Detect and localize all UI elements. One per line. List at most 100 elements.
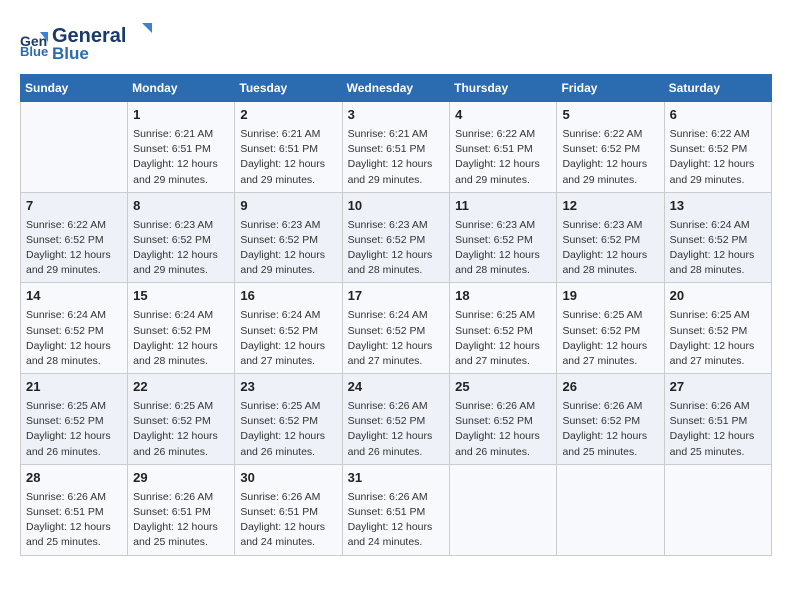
day-cell: 1 Sunrise: 6:21 AM Sunset: 6:51 PM Daylig… (128, 102, 235, 193)
day-number: 29 (133, 469, 229, 488)
week-row-3: 14 Sunrise: 6:24 AM Sunset: 6:52 PM Dayli… (21, 283, 772, 374)
day-number: 10 (348, 197, 445, 216)
day-number: 30 (240, 469, 336, 488)
day-cell: 22Sunrise: 6:25 AM Sunset: 6:52 PM Dayli… (128, 374, 235, 465)
day-number: 27 (670, 378, 766, 397)
day-number: 28 (26, 469, 122, 488)
day-cell: 31 Sunrise: 6:26 AM Sunset: 6:51 PM Dayli… (342, 464, 450, 555)
day-info: Sunrise: 6:26 AM Sunset: 6:52 PM Dayligh… (455, 399, 551, 460)
day-number: 3 (348, 106, 445, 125)
day-info: Sunrise: 6:25 AM Sunset: 6:52 PM Dayligh… (133, 399, 229, 460)
logo-icon: General Blue (20, 28, 48, 56)
header-cell-sunday: Sunday (21, 75, 128, 102)
day-info: Sunrise: 6:23 AM Sunset: 6:52 PM Dayligh… (455, 218, 551, 279)
day-number: 26 (562, 378, 658, 397)
day-cell: 30Sunrise: 6:26 AM Sunset: 6:51 PM Dayli… (235, 464, 342, 555)
day-cell: 11 Sunrise: 6:23 AM Sunset: 6:52 PM Dayli… (450, 192, 557, 283)
day-number: 12 (562, 197, 658, 216)
day-number: 7 (26, 197, 122, 216)
day-cell: 6 Sunrise: 6:22 AM Sunset: 6:52 PM Daylig… (664, 102, 771, 193)
day-info: Sunrise: 6:24 AM Sunset: 6:52 PM Dayligh… (26, 308, 122, 369)
day-cell: 14 Sunrise: 6:24 AM Sunset: 6:52 PM Dayli… (21, 283, 128, 374)
day-info: Sunrise: 6:23 AM Sunset: 6:52 PM Dayligh… (240, 218, 336, 279)
day-info: Sunrise: 6:24 AM Sunset: 6:52 PM Dayligh… (670, 218, 766, 279)
day-info: Sunrise: 6:26 AM Sunset: 6:51 PM Dayligh… (348, 490, 445, 551)
day-number: 13 (670, 197, 766, 216)
day-number: 8 (133, 197, 229, 216)
day-number: 5 (562, 106, 658, 125)
day-info: Sunrise: 6:23 AM Sunset: 6:52 PM Dayligh… (562, 218, 658, 279)
day-number: 19 (562, 287, 658, 306)
day-info: Sunrise: 6:24 AM Sunset: 6:52 PM Dayligh… (348, 308, 445, 369)
day-info: Sunrise: 6:22 AM Sunset: 6:52 PM Dayligh… (670, 127, 766, 188)
day-cell: 15 Sunrise: 6:24 AM Sunset: 6:52 PM Dayli… (128, 283, 235, 374)
day-info: Sunrise: 6:24 AM Sunset: 6:52 PM Dayligh… (133, 308, 229, 369)
day-cell (664, 464, 771, 555)
day-cell (21, 102, 128, 193)
day-cell: 2Sunrise: 6:21 AM Sunset: 6:51 PM Daylig… (235, 102, 342, 193)
day-cell: 4Sunrise: 6:22 AM Sunset: 6:51 PM Daylig… (450, 102, 557, 193)
day-info: Sunrise: 6:24 AM Sunset: 6:52 PM Dayligh… (240, 308, 336, 369)
day-number: 24 (348, 378, 445, 397)
day-cell: 12 Sunrise: 6:23 AM Sunset: 6:52 PM Dayli… (557, 192, 664, 283)
day-cell: 3 Sunrise: 6:21 AM Sunset: 6:51 PM Daylig… (342, 102, 450, 193)
day-number: 18 (455, 287, 551, 306)
week-row-2: 7 Sunrise: 6:22 AM Sunset: 6:52 PM Daylig… (21, 192, 772, 283)
day-info: Sunrise: 6:25 AM Sunset: 6:52 PM Dayligh… (240, 399, 336, 460)
day-info: Sunrise: 6:23 AM Sunset: 6:52 PM Dayligh… (348, 218, 445, 279)
day-number: 17 (348, 287, 445, 306)
day-number: 15 (133, 287, 229, 306)
header-cell-tuesday: Tuesday (235, 75, 342, 102)
day-info: Sunrise: 6:25 AM Sunset: 6:52 PM Dayligh… (455, 308, 551, 369)
day-number: 9 (240, 197, 336, 216)
week-row-5: 28 Sunrise: 6:26 AM Sunset: 6:51 PM Dayli… (21, 464, 772, 555)
day-number: 31 (348, 469, 445, 488)
day-number: 14 (26, 287, 122, 306)
header-cell-friday: Friday (557, 75, 664, 102)
day-info: Sunrise: 6:22 AM Sunset: 6:51 PM Dayligh… (455, 127, 551, 188)
day-info: Sunrise: 6:26 AM Sunset: 6:52 PM Dayligh… (562, 399, 658, 460)
day-cell: 27 Sunrise: 6:26 AM Sunset: 6:51 PM Dayli… (664, 374, 771, 465)
day-cell (450, 464, 557, 555)
logo: General Blue General Blue (20, 20, 152, 64)
day-cell: 17 Sunrise: 6:24 AM Sunset: 6:52 PM Dayli… (342, 283, 450, 374)
day-cell: 9 Sunrise: 6:23 AM Sunset: 6:52 PM Daylig… (235, 192, 342, 283)
day-cell: 20 Sunrise: 6:25 AM Sunset: 6:52 PM Dayli… (664, 283, 771, 374)
day-info: Sunrise: 6:25 AM Sunset: 6:52 PM Dayligh… (670, 308, 766, 369)
day-cell (557, 464, 664, 555)
day-number: 21 (26, 378, 122, 397)
day-number: 1 (133, 106, 229, 125)
day-number: 23 (240, 378, 336, 397)
day-number: 6 (670, 106, 766, 125)
day-cell: 8 Sunrise: 6:23 AM Sunset: 6:52 PM Daylig… (128, 192, 235, 283)
day-info: Sunrise: 6:26 AM Sunset: 6:52 PM Dayligh… (348, 399, 445, 460)
day-cell: 28 Sunrise: 6:26 AM Sunset: 6:51 PM Dayli… (21, 464, 128, 555)
day-info: Sunrise: 6:23 AM Sunset: 6:52 PM Dayligh… (133, 218, 229, 279)
day-cell: 29 Sunrise: 6:26 AM Sunset: 6:51 PM Dayli… (128, 464, 235, 555)
calendar-table: SundayMondayTuesdayWednesdayThursdayFrid… (20, 74, 772, 556)
header-cell-monday: Monday (128, 75, 235, 102)
day-cell: 13 Sunrise: 6:24 AM Sunset: 6:52 PM Dayli… (664, 192, 771, 283)
day-cell: 7 Sunrise: 6:22 AM Sunset: 6:52 PM Daylig… (21, 192, 128, 283)
day-info: Sunrise: 6:21 AM Sunset: 6:51 PM Dayligh… (133, 127, 229, 188)
day-number: 20 (670, 287, 766, 306)
day-number: 11 (455, 197, 551, 216)
day-cell: 10 Sunrise: 6:23 AM Sunset: 6:52 PM Dayli… (342, 192, 450, 283)
day-info: Sunrise: 6:22 AM Sunset: 6:52 PM Dayligh… (562, 127, 658, 188)
day-cell: 21 Sunrise: 6:25 AM Sunset: 6:52 PM Dayli… (21, 374, 128, 465)
day-info: Sunrise: 6:26 AM Sunset: 6:51 PM Dayligh… (133, 490, 229, 551)
day-number: 25 (455, 378, 551, 397)
day-cell: 25 Sunrise: 6:26 AM Sunset: 6:52 PM Dayli… (450, 374, 557, 465)
day-info: Sunrise: 6:22 AM Sunset: 6:52 PM Dayligh… (26, 218, 122, 279)
day-info: Sunrise: 6:25 AM Sunset: 6:52 PM Dayligh… (562, 308, 658, 369)
week-row-1: 1 Sunrise: 6:21 AM Sunset: 6:51 PM Daylig… (21, 102, 772, 193)
day-number: 16 (240, 287, 336, 306)
day-info: Sunrise: 6:26 AM Sunset: 6:51 PM Dayligh… (26, 490, 122, 551)
day-info: Sunrise: 6:21 AM Sunset: 6:51 PM Dayligh… (348, 127, 445, 188)
page-header: General Blue General Blue (20, 20, 772, 64)
day-info: Sunrise: 6:25 AM Sunset: 6:52 PM Dayligh… (26, 399, 122, 460)
header-cell-wednesday: Wednesday (342, 75, 450, 102)
logo-bird-icon (130, 20, 152, 42)
day-info: Sunrise: 6:26 AM Sunset: 6:51 PM Dayligh… (670, 399, 766, 460)
header-cell-thursday: Thursday (450, 75, 557, 102)
